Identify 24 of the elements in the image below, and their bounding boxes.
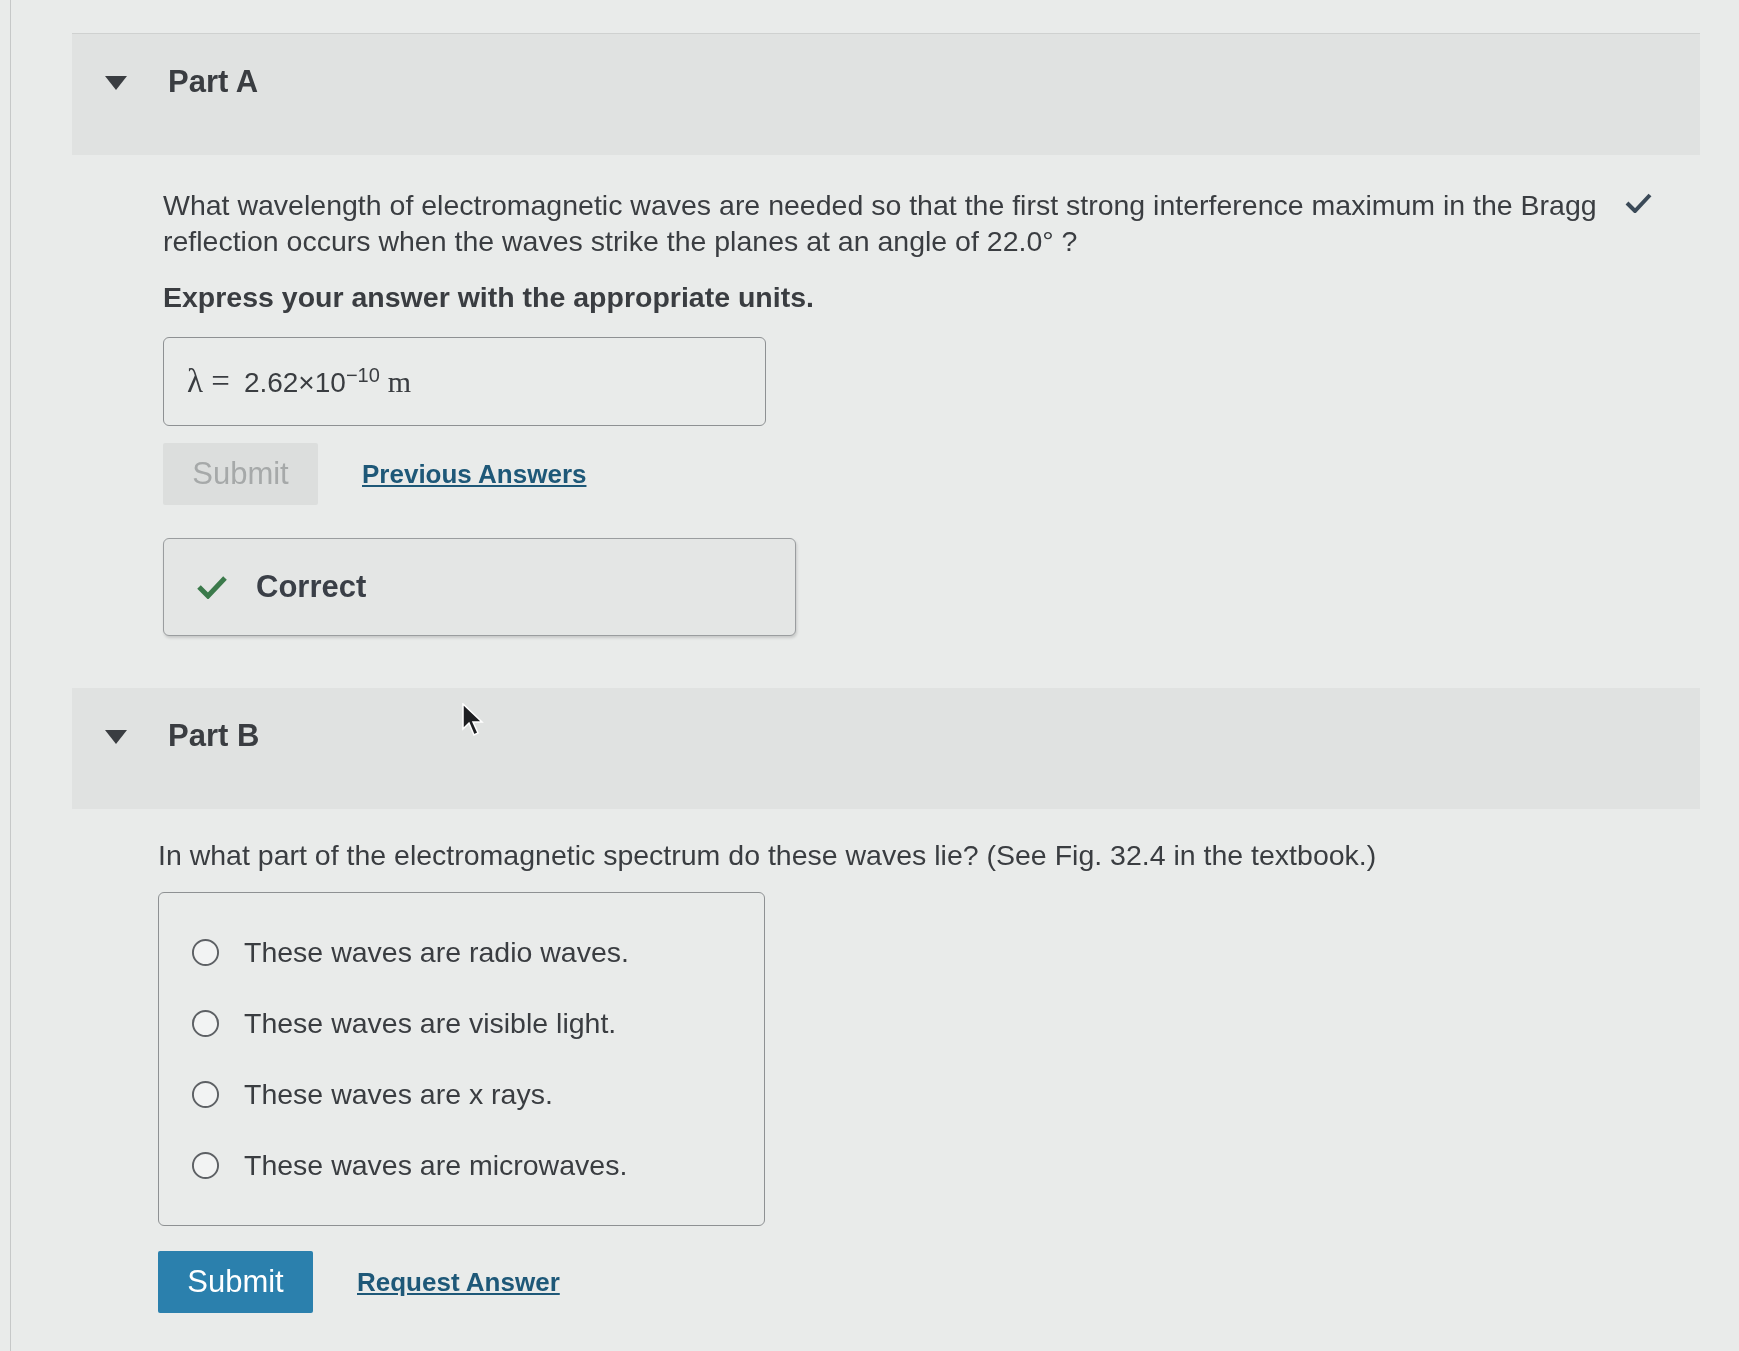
radio-button[interactable] bbox=[191, 1151, 220, 1180]
mouse-cursor-icon bbox=[462, 703, 484, 737]
feedback-text: Correct bbox=[256, 569, 367, 605]
radio-button[interactable] bbox=[191, 1009, 220, 1038]
collapse-triangle-icon[interactable] bbox=[105, 76, 127, 90]
option-label[interactable]: These waves are radio waves. bbox=[244, 936, 629, 969]
part-header[interactable]: Part A bbox=[72, 34, 1700, 155]
radio-button[interactable] bbox=[191, 938, 220, 967]
collapse-triangle-icon[interactable] bbox=[105, 730, 127, 744]
request-answer-link[interactable]: Request Answer bbox=[357, 1266, 560, 1298]
check-icon bbox=[197, 575, 227, 599]
question-text: In what part of the electromagnetic spectrum do these waves lie? (See Fig. 32.4 in the textbook.) bbox=[158, 838, 1378, 873]
instruction-text: Express your answer with the appropriate units. bbox=[163, 280, 815, 315]
part-title: Part A bbox=[168, 63, 259, 101]
answer-field[interactable]: λ = 2.62×10$^{−10}$ m bbox=[163, 337, 766, 426]
previous-answers-link[interactable]: Previous Answers bbox=[362, 458, 587, 490]
question-text: What wavelength of electromagnetic waves are needed so that the first strong interference maximum in the Bragg reflection occurs when the waves strike the planes at an angle of 22.0° ? bbox=[163, 188, 1598, 259]
part-header[interactable]: Part B bbox=[72, 688, 1700, 809]
radio-button[interactable] bbox=[191, 1080, 220, 1109]
submit-button[interactable]: Submit bbox=[158, 1251, 313, 1313]
part-title: Part B bbox=[168, 717, 260, 755]
option-label[interactable]: These waves are microwaves. bbox=[244, 1149, 628, 1182]
option-label[interactable]: These waves are visible light. bbox=[244, 1007, 617, 1040]
option-label[interactable]: These waves are x rays. bbox=[244, 1078, 553, 1111]
